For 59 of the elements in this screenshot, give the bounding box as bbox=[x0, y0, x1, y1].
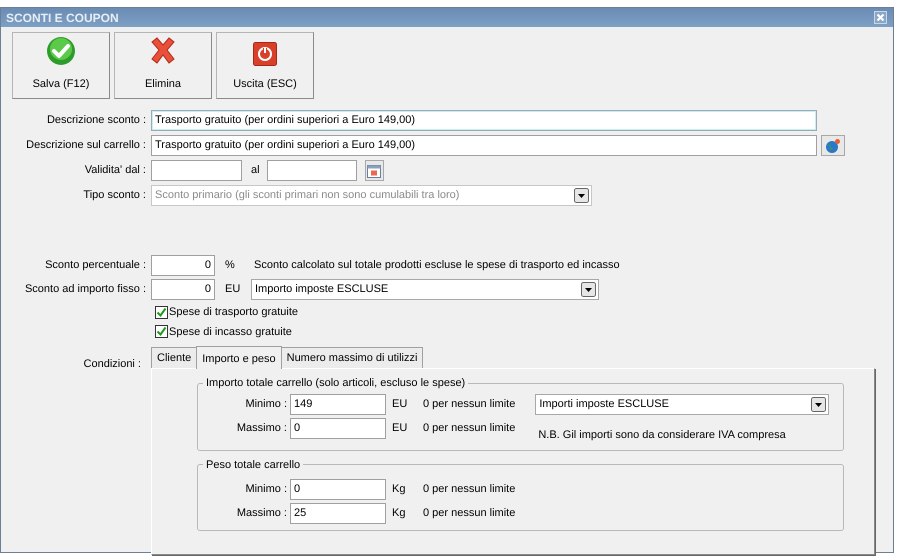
input-field[interactable] bbox=[266, 160, 357, 181]
hint-text: 0 per nessun limite bbox=[423, 421, 516, 436]
input-field[interactable]: Trasporto gratuito (per ordini superiori a Euro 149,00) bbox=[151, 135, 817, 156]
field-label: Descrizione sul carrello : bbox=[25, 138, 147, 154]
window-title: SCONTI E COUPON bbox=[6, 10, 119, 26]
input-field[interactable]: 25 bbox=[290, 502, 386, 524]
tab[interactable]: Numero massimo di utilizzi bbox=[280, 346, 424, 368]
hint-text: 0 per nessun limite bbox=[423, 482, 516, 497]
checkmark-icon bbox=[156, 326, 167, 338]
hint-text: 0 per nessun limite bbox=[423, 397, 516, 412]
date-separator-label: al bbox=[251, 163, 260, 178]
dropdown[interactable]: Importo imposte ESCLUSE bbox=[251, 279, 599, 300]
caret-icon bbox=[574, 188, 589, 203]
calendar-button[interactable] bbox=[364, 160, 384, 181]
tab[interactable]: Importo e peso bbox=[196, 346, 282, 369]
close-icon[interactable] bbox=[874, 11, 887, 24]
input-field[interactable] bbox=[151, 160, 242, 181]
checkmark-icon bbox=[156, 306, 167, 318]
power-icon bbox=[253, 42, 277, 66]
input-field[interactable]: 0 bbox=[151, 255, 215, 276]
save-button[interactable]: Salva (F12) bbox=[12, 32, 110, 99]
field-label: Descrizione sconto : bbox=[46, 113, 147, 128]
field-label: Validita' dal : bbox=[84, 163, 147, 178]
caret-icon bbox=[811, 397, 826, 412]
hint-text: 0 per nessun limite bbox=[423, 506, 516, 521]
field-label: Massimo : bbox=[236, 506, 288, 521]
group-title: Importo totale carrello (solo articoli, escluso le spese) bbox=[205, 377, 466, 390]
input-field[interactable]: 0 bbox=[151, 279, 215, 300]
note-text: Sconto calcolato sul totale prodotti escluse le spese di trasporto ed incasso bbox=[254, 258, 620, 274]
input-field[interactable]: 0 bbox=[290, 478, 386, 500]
field-label: Tipo sconto : bbox=[82, 188, 147, 204]
calendar-icon bbox=[367, 164, 382, 178]
dropdown[interactable]: Importi imposte ESCLUSE bbox=[535, 394, 830, 416]
input-field[interactable]: 149 bbox=[290, 394, 386, 416]
tab[interactable]: Cliente bbox=[151, 346, 198, 368]
delete-button[interactable]: Elimina bbox=[114, 32, 212, 99]
field-label: Minimo : bbox=[244, 482, 288, 497]
caret-icon bbox=[581, 282, 596, 297]
unit-label: EU bbox=[391, 397, 408, 412]
input-field[interactable]: 0 bbox=[290, 418, 386, 440]
field-label: Sconto ad importo fisso : bbox=[24, 282, 147, 298]
unit-label: Kg bbox=[391, 506, 406, 521]
globe-icon bbox=[825, 138, 841, 154]
unit-label: EU bbox=[224, 282, 242, 298]
unit-label: % bbox=[224, 258, 236, 274]
unit-label: Kg bbox=[391, 482, 406, 497]
unit-label: EU bbox=[391, 421, 408, 436]
checkbox[interactable]: Spese di trasporto gratuite bbox=[155, 304, 298, 320]
checkmark-icon bbox=[46, 36, 76, 66]
field-label: Sconto percentuale : bbox=[44, 258, 147, 274]
globe-button[interactable] bbox=[821, 135, 845, 156]
note-text: N.B. Gil importi sono da considerare IVA compresa bbox=[538, 428, 787, 444]
field-label: Massimo : bbox=[236, 421, 288, 436]
field-label: Condizioni : bbox=[82, 357, 142, 372]
exit-button[interactable]: Uscita (ESC) bbox=[216, 32, 314, 99]
field-label: Minimo : bbox=[244, 397, 288, 412]
checkbox[interactable]: Spese di incasso gratuite bbox=[155, 324, 292, 340]
group-title: Peso totale carrello bbox=[205, 458, 302, 471]
input-field[interactable]: Trasporto gratuito (per ordini superiori a Euro 149,00) bbox=[151, 110, 817, 131]
